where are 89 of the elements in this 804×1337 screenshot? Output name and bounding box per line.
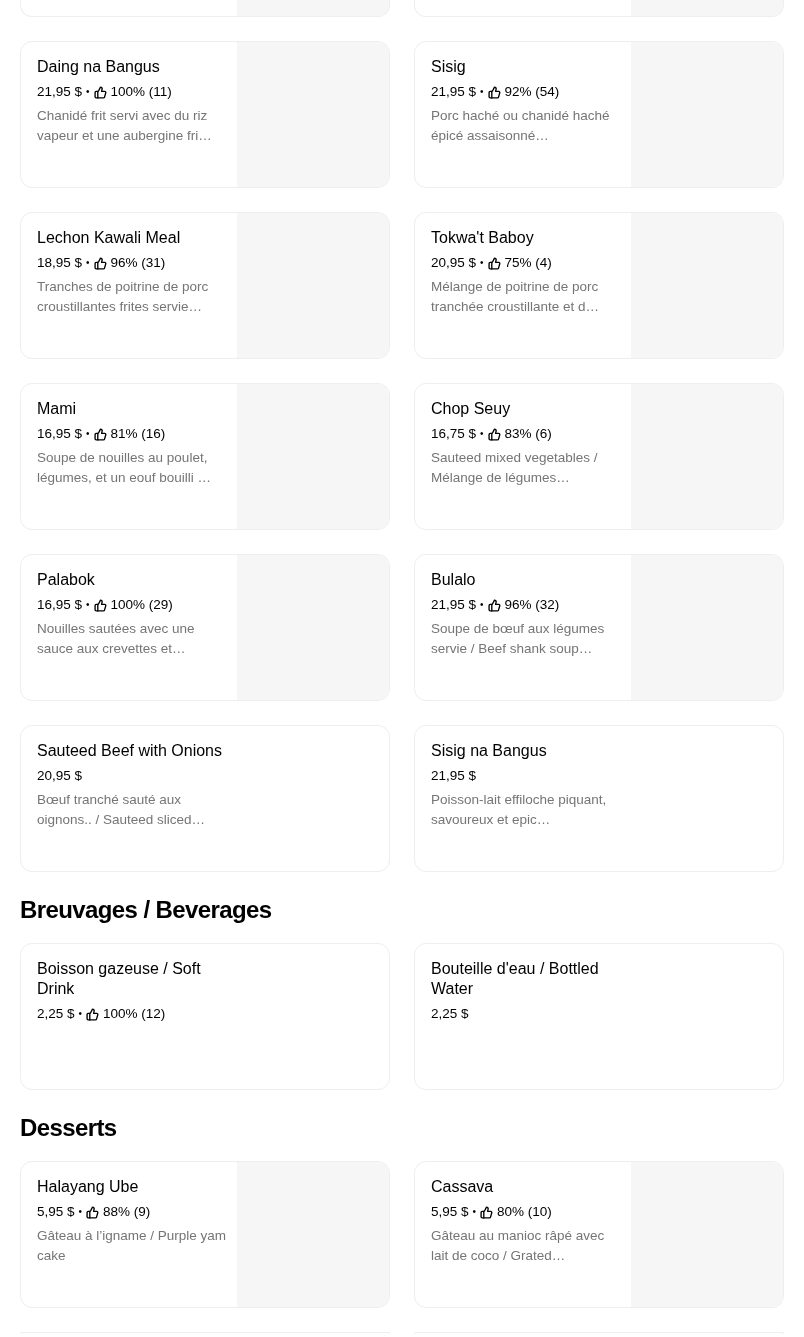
item-price: 2,25 $ [431,1005,469,1023]
menu-item-card[interactable]: Sisig 21,95 $ • 92% (54) Porc haché ou chanidé haché épicé assaisonné… [414,41,784,188]
item-name: Lechon Kawali Meal [37,228,182,248]
separator: • [480,427,484,441]
menu-item-card[interactable]: Sauteed Beef with Onions 20,95 $ Bœuf tranché sauté aux oignons.. / Sauteed sliced… [20,725,390,872]
item-description: Sauteed mixed vegetables / Mélange de légumes… [431,449,599,487]
separator: • [480,85,484,99]
thumbs-up-icon [93,427,107,441]
item-rating: 81% (16) [110,425,166,443]
item-description: Soupe de bœuf aux légumes servie / Beef shank soup… [431,620,606,658]
separator: • [480,256,484,270]
item-rating: 88% (9) [103,1203,151,1221]
thumbs-up-icon [487,85,501,99]
menu-item-card[interactable]: Cassava 5,95 $ • 80% (10) Gâteau au manioc râpé avec lait de coco / Grated… [414,1161,784,1308]
item-name: Sisig na Bangus [431,741,548,761]
item-price: 20,95 $ [37,767,83,785]
item-name: Bulalo [431,570,477,590]
menu-item-card[interactable]: Bouteille d'eau / Bottled Water 2,25 $ [414,943,784,1090]
item-rating: 75% (4) [504,254,552,272]
item-description: Gâteau à l’igname / Purple yam cake [37,1227,228,1265]
item-rating: 100% (11) [110,83,172,101]
item-rating: 80% (10) [497,1203,552,1221]
item-name: Boisson gazeuse / Soft Drink [37,959,202,999]
item-rating: 92% (54) [504,83,560,101]
item-rating: 83% (6) [504,425,552,443]
separator: • [78,1007,83,1021]
thumbs-up-icon [487,427,501,441]
separator: • [86,427,90,441]
menu-item-card[interactable]: Mami 16,95 $ • 81% (16) Soupe de nouilles au poulet, légumes, et un eouf bouilli … [20,383,390,530]
item-description: Tranches de poitrine de porc croustillantes frites servie… [37,278,210,316]
menu-item-card[interactable]: Boisson gazeuse / Soft Drink 2,25 $ • 100% (12) [20,943,390,1090]
item-name: Palabok [37,570,96,590]
item-price: 5,95 $ [431,1203,469,1221]
item-description: Mélange de poitrine de porc tranchée croustillante et d… [431,278,601,316]
menu-item-card[interactable]: Tokwa't Baboy 20,95 $ • 75% (4) Mélange de poitrine de porc tranchée croustillante et d… [414,212,784,359]
section-heading: Desserts [20,1114,118,1142]
item-price: 16,95 $ [37,425,83,443]
item-description: Soupe de nouilles au poulet, légumes, et un eouf bouilli … [37,449,213,487]
item-price: 21,95 $ [431,83,477,101]
separator: • [472,1205,477,1219]
item-description: Gâteau au manioc râpé avec lait de coco / Grated… [431,1227,606,1265]
item-name: Bouteille d'eau / Bottled Water [431,959,600,999]
item-description: Nouilles sautées avec une sauce aux crevettes et… [37,620,196,658]
item-description: Poisson-lait effiloche piquant, savoureux et epic… [431,791,608,829]
item-name: Cassava [431,1177,495,1197]
thumbs-up-icon [93,85,107,99]
item-price: 20,95 $ [431,254,477,272]
item-name: Mami [37,399,78,419]
item-name: Chop Seuy [431,399,512,419]
item-price: 5,95 $ [37,1203,75,1221]
separator: • [480,598,484,612]
item-price: 16,75 $ [431,425,477,443]
item-name: Sauteed Beef with Onions [37,741,223,761]
item-price: 18,95 $ [37,254,83,272]
thumbs-up-icon [86,1007,100,1021]
item-name: Tokwa't Baboy [431,228,535,248]
menu-item-card[interactable]: Chop Seuy 16,75 $ • 83% (6) Sauteed mixed vegetables / Mélange de légumes… [414,383,784,530]
thumbs-up-icon [93,598,107,612]
menu-item-card[interactable]: Palabok 16,95 $ • 100% (29) Nouilles sautées avec une sauce aux crevettes et… [20,554,390,701]
item-name: Halayang Ube [37,1177,140,1197]
item-rating: 100% (12) [103,1005,166,1023]
item-description: Porc haché ou chanidé haché épicé assaisonné… [431,107,611,145]
section-heading: Breuvages / Beverages [20,896,273,924]
item-description: Bœuf tranché sauté aux oignons.. / Sauteed sliced… [37,791,207,829]
thumbs-up-icon [480,1205,494,1219]
thumbs-up-icon [487,598,501,612]
thumbs-up-icon [86,1205,100,1219]
item-rating: 100% (29) [110,596,173,614]
menu-item-card[interactable]: Daing na Bangus 21,95 $ • 100% (11) Chanidé frit servi avec du riz vapeur et une aubergine fri… [20,41,390,188]
menu-item-card[interactable]: Sisig na Bangus 21,95 $ Poisson-lait effiloche piquant, savoureux et epic… [414,725,784,872]
item-price: 21,95 $ [37,83,83,101]
item-price: 16,95 $ [37,596,83,614]
separator: • [86,85,90,99]
item-price: 21,95 $ [431,596,477,614]
item-rating: 96% (31) [110,254,166,272]
item-description: Chanidé frit servi avec du riz vapeur et une aubergine fri… [37,107,213,145]
menu-item-card[interactable]: Lechon Kawali Meal 18,95 $ • 96% (31) Tranches de poitrine de porc croustillantes frites servie… [20,212,390,359]
separator: • [78,1205,83,1219]
thumbs-up-icon [487,256,501,270]
separator: • [86,598,90,612]
item-rating: 96% (32) [504,596,560,614]
thumbs-up-icon [93,256,107,270]
item-name: Daing na Bangus [37,57,161,77]
separator: • [86,256,90,270]
item-price: 2,25 $ [37,1005,75,1023]
menu-item-card[interactable]: Halayang Ube 5,95 $ • 88% (9) Gâteau à l’igname / Purple yam cake [20,1161,390,1308]
item-price: 21,95 $ [431,767,477,785]
menu-item-card[interactable]: Bulalo 21,95 $ • 96% (32) Soupe de bœuf aux légumes servie / Beef shank soup… [414,554,784,701]
item-name: Sisig [431,57,467,77]
